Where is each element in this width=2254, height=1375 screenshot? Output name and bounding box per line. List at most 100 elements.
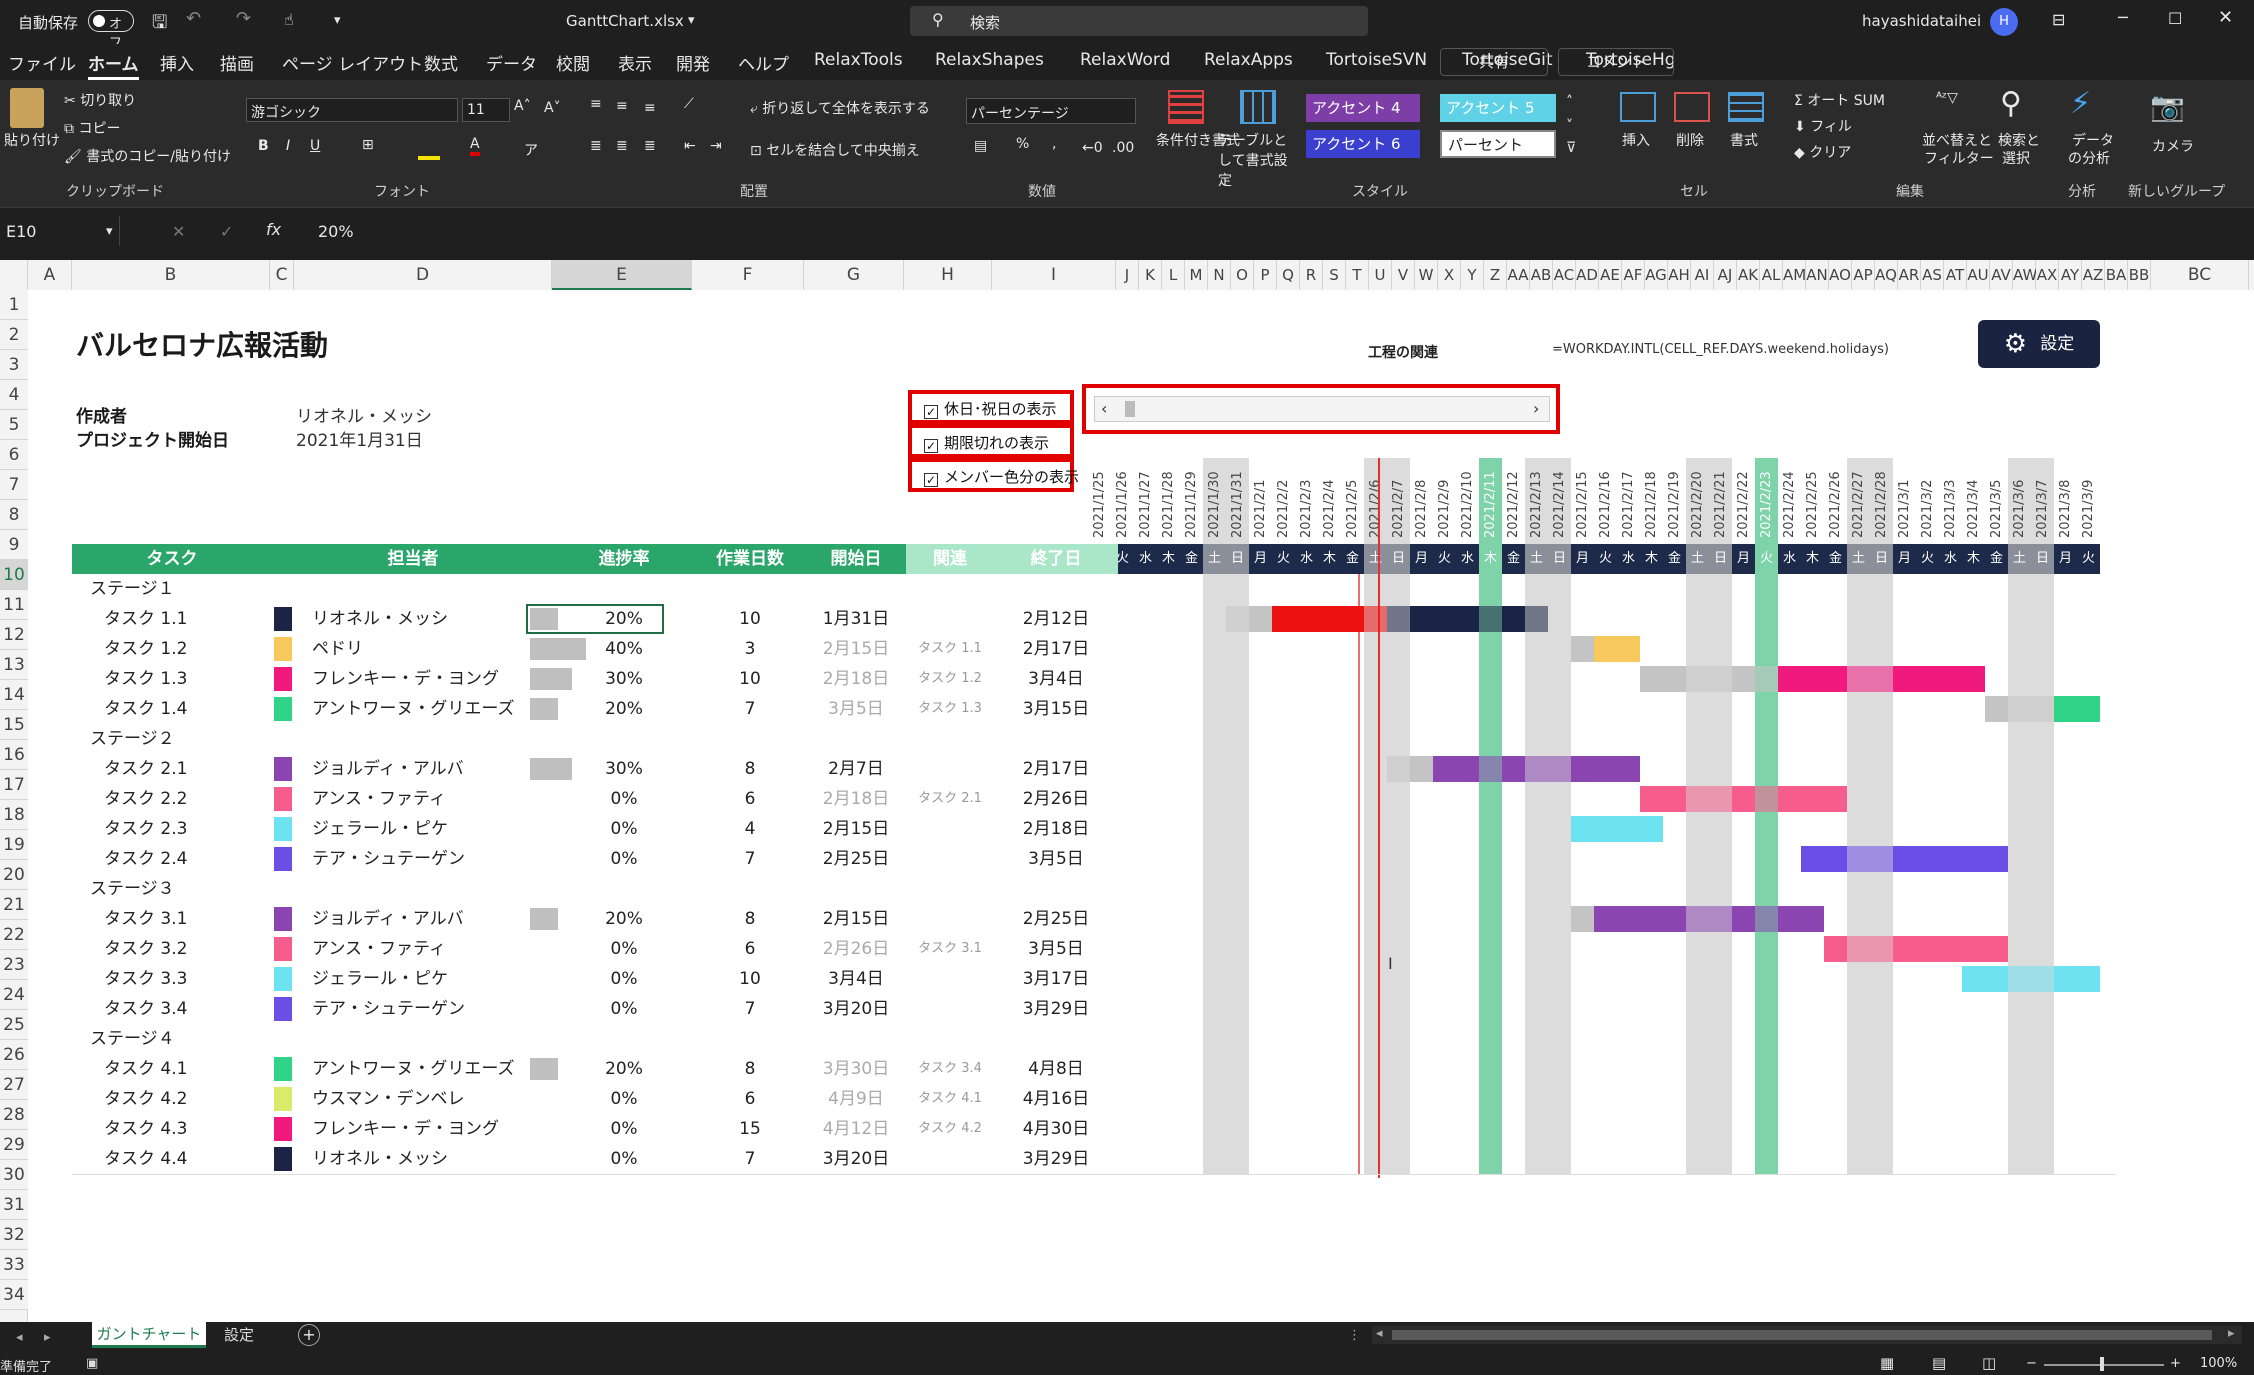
row-header[interactable]: 17 [0, 770, 28, 800]
next-sheet-icon[interactable]: ▸ [44, 1330, 51, 1345]
ribbon-tab-4[interactable]: ページ レイアウト [282, 50, 423, 75]
column-header[interactable]: L [1162, 260, 1185, 290]
border-icon[interactable]: ⊞ [362, 137, 374, 153]
orientation-icon[interactable]: ⟋ [684, 96, 694, 112]
row-header[interactable]: 26 [0, 1040, 28, 1070]
work-days[interactable]: 15 [694, 1114, 806, 1144]
align-right-icon[interactable]: ≣ [644, 138, 656, 154]
column-header[interactable]: W [1415, 260, 1438, 290]
row-header[interactable]: 28 [0, 1100, 28, 1130]
ribbon-display-icon[interactable]: ⊟ [2052, 10, 2065, 29]
row-header[interactable]: 22 [0, 920, 28, 950]
start-date[interactable]: 2月15日 [806, 634, 906, 664]
row-header[interactable]: 16 [0, 740, 28, 770]
minimize-icon[interactable]: ─ [2118, 8, 2128, 27]
column-header[interactable]: X [1438, 260, 1461, 290]
column-header[interactable]: AH [1668, 260, 1691, 290]
start-date[interactable]: 3月4日 [806, 964, 906, 994]
increase-indent-icon[interactable]: ⇥ [710, 138, 722, 154]
progress-value[interactable]: 0% [554, 844, 694, 874]
column-header[interactable]: AL [1760, 260, 1783, 290]
name-box[interactable]: E10 ▾ [0, 216, 120, 246]
dependency[interactable]: タスク 1.1 [906, 634, 994, 664]
enter-icon[interactable]: ✓ [220, 222, 233, 241]
number-format-select[interactable]: パーセンテージ [966, 98, 1136, 124]
close-icon[interactable]: ✕ [2218, 7, 2233, 28]
column-header[interactable]: V [1392, 260, 1415, 290]
name-box-dropdown-icon[interactable]: ▾ [106, 224, 113, 239]
insert-function-icon[interactable]: fx [266, 220, 281, 239]
column-header[interactable]: AX [2036, 260, 2059, 290]
work-days[interactable]: 6 [694, 1084, 806, 1114]
start-date[interactable]: 1月31日 [806, 604, 906, 634]
work-days[interactable]: 7 [694, 1144, 806, 1174]
ribbon-tab-5[interactable]: 数式 [424, 50, 458, 75]
align-bottom-icon[interactable]: ≡ [644, 100, 656, 116]
style-accent6[interactable]: アクセント 6 [1306, 130, 1420, 158]
start-date[interactable]: 2月15日 [806, 904, 906, 934]
work-days[interactable]: 10 [694, 664, 806, 694]
phonetic-icon[interactable]: ア [524, 140, 538, 160]
work-days[interactable]: 7 [694, 694, 806, 724]
row-header[interactable]: 3 [0, 350, 28, 380]
find-select-button[interactable]: 検索と [1998, 130, 2040, 150]
ribbon-tab-10[interactable]: ヘルプ [738, 50, 789, 75]
column-header[interactable]: AZ [2082, 260, 2105, 290]
analyze-data-icon[interactable]: ⚡ [2070, 86, 2091, 121]
row-header[interactable]: 25 [0, 1010, 28, 1040]
row-header[interactable]: 1 [0, 290, 28, 320]
row-header[interactable]: 29 [0, 1130, 28, 1160]
row-header[interactable]: 31 [0, 1190, 28, 1220]
work-days[interactable]: 3 [694, 634, 806, 664]
merge-center-button[interactable]: ⊡ セルを結合して中央揃え [750, 140, 920, 160]
row-header[interactable]: 15 [0, 710, 28, 740]
dependency[interactable]: タスク 1.2 [906, 664, 994, 694]
underline-icon[interactable]: U [310, 138, 320, 154]
camera-icon[interactable]: 📷 [2150, 90, 2185, 123]
dependency[interactable]: タスク 3.4 [906, 1054, 994, 1084]
insert-cells-icon[interactable] [1620, 92, 1656, 122]
start-date[interactable]: 3月20日 [806, 1144, 906, 1174]
column-header[interactable]: AA [1507, 260, 1530, 290]
row-header[interactable]: 7 [0, 470, 28, 500]
ribbon-tab-6[interactable]: データ [486, 50, 537, 75]
column-header[interactable]: AI [1691, 260, 1714, 290]
start-date[interactable]: 2月15日 [806, 814, 906, 844]
align-top-icon[interactable]: ≡ [590, 96, 602, 112]
progress-value[interactable]: 20% [554, 904, 694, 934]
column-header[interactable]: AD [1576, 260, 1599, 290]
row-header[interactable]: 14 [0, 680, 28, 710]
style-percent[interactable]: パーセント [1440, 130, 1556, 158]
ribbon-tab-12[interactable]: RelaxShapes [935, 50, 1044, 70]
start-date[interactable]: 2月26日 [806, 934, 906, 964]
column-header[interactable]: AF [1622, 260, 1645, 290]
column-header[interactable]: D [294, 260, 552, 290]
column-header[interactable]: AY [2059, 260, 2082, 290]
ribbon-tab-11[interactable]: RelaxTools [814, 50, 903, 70]
increase-decimal-icon[interactable]: ←0 [1082, 140, 1103, 156]
column-header[interactable]: AE [1599, 260, 1622, 290]
sort-filter-button[interactable]: 並べ替えと [1922, 130, 1992, 150]
avatar[interactable]: H [1990, 8, 2018, 36]
progress-value[interactable]: 0% [554, 934, 694, 964]
column-header[interactable]: S [1323, 260, 1346, 290]
column-header[interactable]: M [1185, 260, 1208, 290]
progress-value[interactable]: 0% [554, 1084, 694, 1114]
ribbon-tab-13[interactable]: RelaxWord [1080, 50, 1170, 70]
progress-value[interactable]: 0% [554, 814, 694, 844]
progress-value[interactable]: 40% [554, 634, 694, 664]
styles-scroll-up-icon[interactable]: ˄ [1566, 94, 1573, 110]
start-date[interactable]: 3月20日 [806, 994, 906, 1024]
column-header[interactable]: AJ [1714, 260, 1737, 290]
column-header[interactable]: AQ [1875, 260, 1898, 290]
column-header[interactable]: K [1139, 260, 1162, 290]
delete-cells-button[interactable]: 削除 [1676, 130, 1704, 150]
work-days[interactable]: 4 [694, 814, 806, 844]
comment-button[interactable]: コメント [1558, 48, 1674, 76]
progress-value[interactable]: 0% [554, 964, 694, 994]
column-header[interactable]: E [552, 260, 692, 290]
hscroll-right-icon[interactable]: ▸ [2228, 1326, 2235, 1341]
start-date[interactable]: 3月30日 [806, 1054, 906, 1084]
user-name[interactable]: hayashidataihei [1862, 12, 1981, 30]
column-header[interactable]: BB [2128, 260, 2151, 290]
